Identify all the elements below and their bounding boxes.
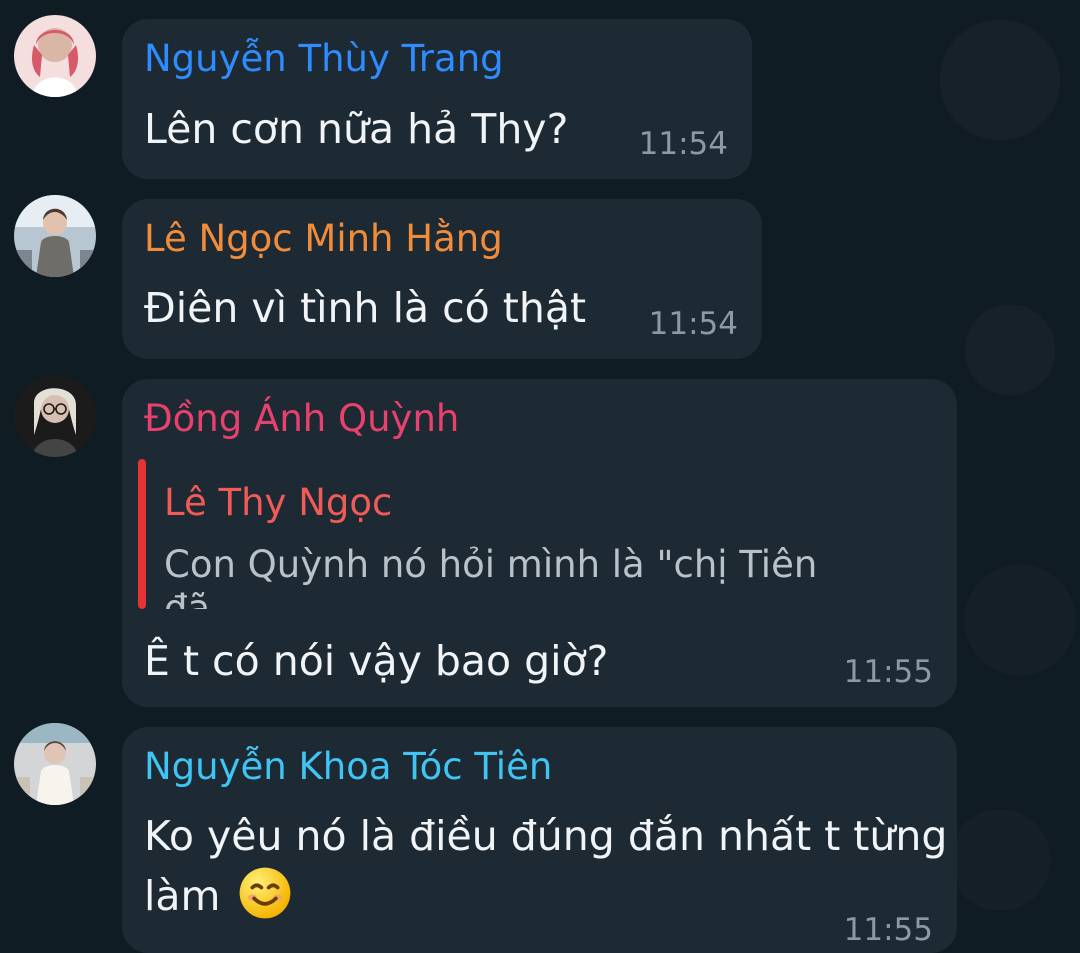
avatar[interactable] <box>14 195 96 277</box>
message-item[interactable]: Nguyễn Thùy Trang Lên cơn nữa hả Thy? 11… <box>0 0 1080 190</box>
message-text-fragment: làm <box>144 872 221 920</box>
reply-text: Con Quỳnh nó hỏi mình là "chị Tiên đã <box>164 543 818 609</box>
message-time: 11:54 <box>638 126 728 162</box>
message-bubble[interactable]: Lê Ngọc Minh Hằng Điên vì tình là có thậ… <box>122 199 762 359</box>
message-item[interactable]: Lê Ngọc Minh Hằng Điên vì tình là có thậ… <box>0 190 1080 370</box>
message-item[interactable]: Nguyễn Khoa Tóc Tiên Ko yêu nó là điều đ… <box>0 715 1080 953</box>
message-bubble[interactable]: Nguyễn Khoa Tóc Tiên Ko yêu nó là điều đ… <box>122 727 957 953</box>
message-text-line-1: Ko yêu nó là điều đúng đắn nhất t từng <box>144 812 948 860</box>
message-bubble[interactable]: Đồng Ánh Quỳnh Lê Thy Ngọc Con Quỳnh nó … <box>122 379 957 707</box>
message-bubble[interactable]: Nguyễn Thùy Trang Lên cơn nữa hả Thy? 11… <box>122 19 752 179</box>
message-text: Ê t có nói vậy bao giờ? <box>144 637 609 685</box>
message-time: 11:55 <box>843 654 933 690</box>
reply-author: Lê Thy Ngọc <box>164 481 393 524</box>
message-time: 11:54 <box>648 306 738 342</box>
sender-name[interactable]: Lê Ngọc Minh Hằng <box>144 217 503 261</box>
message-time: 11:55 <box>843 912 933 948</box>
smiling-face-emoji-icon <box>236 864 294 922</box>
reply-bar <box>138 459 146 609</box>
avatar[interactable] <box>14 723 96 805</box>
sender-name[interactable]: Nguyễn Khoa Tóc Tiên <box>144 745 552 789</box>
reply-preview[interactable]: Lê Thy Ngọc Con Quỳnh nó hỏi mình là "ch… <box>138 459 858 609</box>
message-text: Lên cơn nữa hả Thy? <box>144 105 569 153</box>
sender-name[interactable]: Nguyễn Thùy Trang <box>144 37 504 81</box>
sender-name[interactable]: Đồng Ánh Quỳnh <box>144 397 459 441</box>
message-text: Điên vì tình là có thật <box>144 284 587 332</box>
message-text-line-2: làm <box>144 867 294 928</box>
message-item[interactable]: Đồng Ánh Quỳnh Lê Thy Ngọc Con Quỳnh nó … <box>0 370 1080 715</box>
avatar[interactable] <box>14 15 96 97</box>
avatar[interactable] <box>14 375 96 457</box>
